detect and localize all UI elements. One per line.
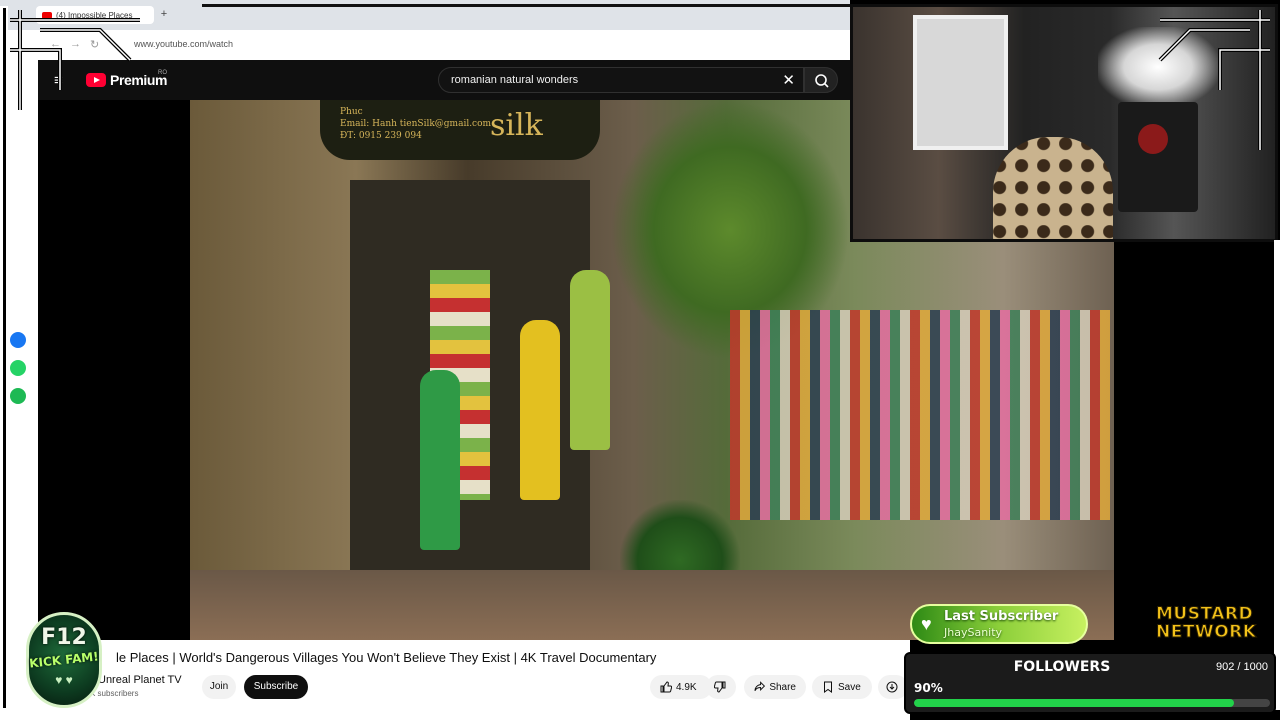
f12-text: F12 xyxy=(41,625,87,650)
messenger-icon[interactable] xyxy=(10,332,26,348)
share-label: Share xyxy=(769,681,796,693)
thumbs-down-icon xyxy=(714,681,726,693)
followers-goal-widget: FOLLOWERS 902 / 1000 90% xyxy=(904,652,1276,714)
share-icon xyxy=(754,681,766,691)
hearts-icon: ♥ ♥ xyxy=(55,673,73,687)
webcam-window xyxy=(913,15,1008,150)
search-icon xyxy=(815,74,829,88)
join-button[interactable]: Join xyxy=(202,675,236,699)
dislike-button[interactable] xyxy=(706,675,736,699)
kick-fam-text: KICK FAM! xyxy=(28,649,100,671)
corner-ornament-top-right xyxy=(1158,10,1270,150)
followers-count: 902 / 1000 xyxy=(1216,661,1268,673)
frame-line-right xyxy=(1274,240,1280,710)
subscriber-count: K subscribers xyxy=(90,689,139,698)
frame-line-top xyxy=(202,4,850,7)
streamer-hood xyxy=(993,137,1113,239)
search-button[interactable] xyxy=(804,67,838,93)
corner-ornament-top-left xyxy=(10,10,140,110)
followers-progress-fill xyxy=(914,699,1235,707)
save-label: Save xyxy=(838,681,861,693)
save-button[interactable]: Save xyxy=(812,675,872,699)
mannequin-green xyxy=(570,270,610,450)
followers-percent: 90% xyxy=(914,681,943,695)
shop-sign: Phuc Email: Hanh tienSilk@gmail.com ĐT: … xyxy=(320,100,600,160)
channel-name[interactable]: Unreal Planet TV xyxy=(98,674,182,686)
last-subscriber-title: Last Subscriber xyxy=(944,609,1059,624)
download-icon xyxy=(886,681,898,693)
clear-search-icon[interactable]: ✕ xyxy=(782,71,795,89)
share-button[interactable]: Share xyxy=(744,675,806,699)
bookmark-icon xyxy=(824,681,832,693)
last-subscriber-widget: ♥ Last Subscriber JhaySanity xyxy=(910,604,1088,644)
last-subscriber-name: JhaySanity xyxy=(944,626,1003,639)
followers-title: FOLLOWERS xyxy=(1013,659,1111,675)
mustard-network-logo: MUSTARD NETWORK xyxy=(1156,604,1257,642)
mannequin-green-dress xyxy=(420,370,460,550)
video-title: le Places | World's Dangerous Villages Y… xyxy=(116,650,657,665)
video-info-panel: le Places | World's Dangerous Villages Y… xyxy=(38,640,910,720)
subscribe-button[interactable]: Subscribe xyxy=(244,675,308,699)
like-count: 4.9K xyxy=(676,681,697,693)
search-query: romanian natural wonders xyxy=(451,74,579,86)
shop-sign-text: Phuc Email: Hanh tienSilk@gmail.com ĐT: … xyxy=(340,107,492,141)
followers-progress-track xyxy=(914,699,1270,707)
mannequin-yellow xyxy=(520,320,560,500)
like-button[interactable]: 4.9K xyxy=(650,675,712,699)
clothing-rack xyxy=(730,310,1110,520)
shop-sign-brand: silk xyxy=(490,108,543,143)
whatsapp-icon[interactable] xyxy=(10,360,26,376)
side-panel xyxy=(1114,242,1274,604)
kick-fam-logo: F12 KICK FAM! ♥ ♥ xyxy=(26,612,102,708)
search-input[interactable]: romanian natural wonders ✕ xyxy=(438,67,804,93)
spotify-icon[interactable] xyxy=(10,388,26,404)
heart-icon: ♥ xyxy=(921,614,932,634)
thumbs-up-icon xyxy=(660,681,672,693)
